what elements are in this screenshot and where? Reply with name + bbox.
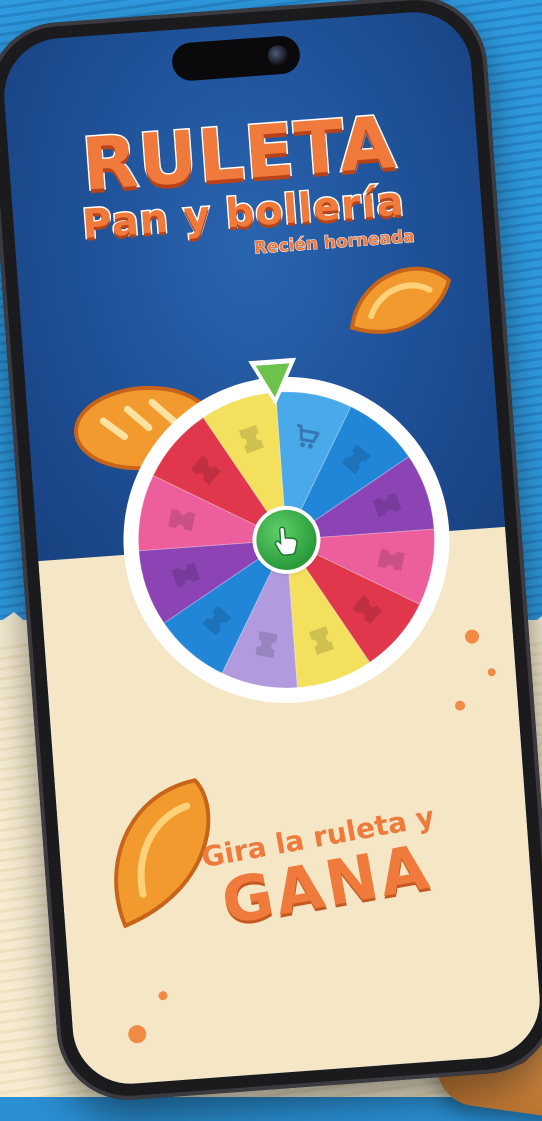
phone-screen: RULETA Pan y bollería Recién horneada Gi… [0, 8, 542, 1088]
phone-frame: RULETA Pan y bollería Recién horneada Gi… [0, 0, 542, 1105]
prize-wheel[interactable] [110, 357, 463, 716]
camera-lens [267, 44, 289, 66]
croissant-icon [349, 266, 452, 334]
wheel-pointer-icon [248, 357, 297, 406]
hand-pointer-icon [274, 526, 298, 556]
